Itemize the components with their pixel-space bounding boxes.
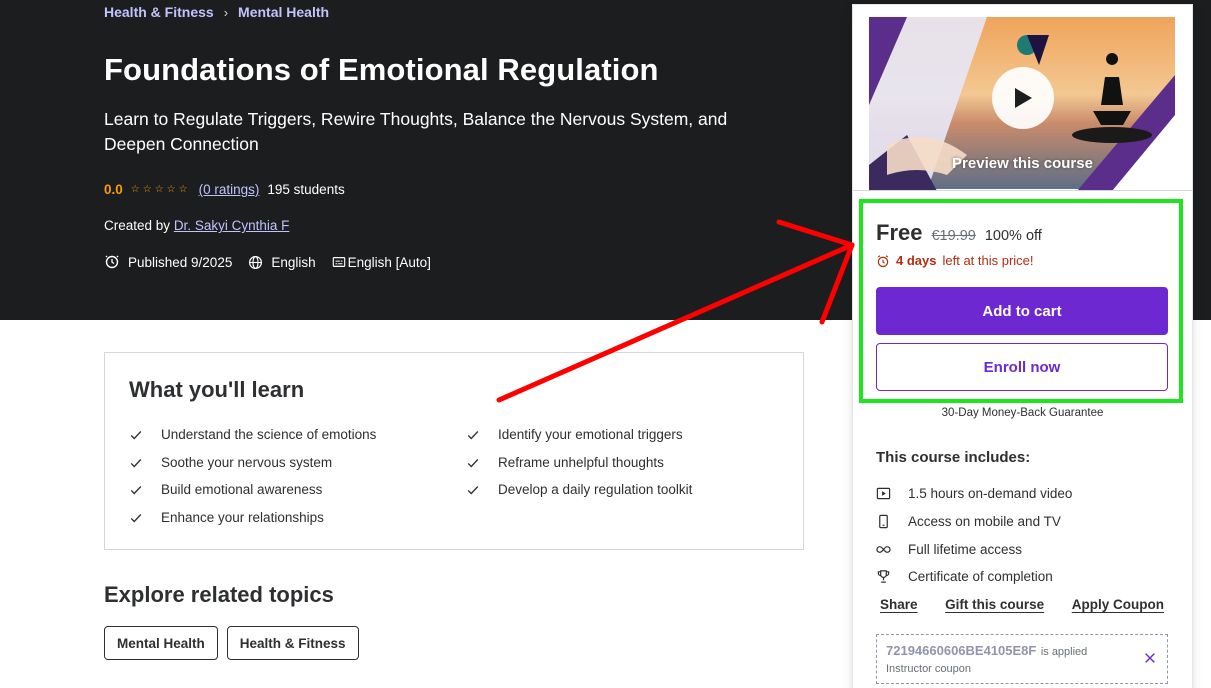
enroll-now-button[interactable]: Enroll now xyxy=(876,343,1168,391)
check-icon xyxy=(467,486,479,495)
list-item: Build emotional awareness xyxy=(129,481,466,499)
price-timer: 4 days left at this price! xyxy=(876,253,1034,268)
list-item: Reframe unhelpful thoughts xyxy=(466,454,789,472)
coupon-code: 72194660606BE4105E8F xyxy=(886,643,1037,658)
coupon-type: Instructor coupon xyxy=(886,663,971,675)
check-icon xyxy=(467,431,479,440)
include-text: Full lifetime access xyxy=(908,541,1023,557)
list-item: Soothe your nervous system xyxy=(129,454,466,472)
star-rating-icon: ☆☆☆☆☆ xyxy=(130,184,191,195)
created-by-label: Created by xyxy=(104,218,171,233)
list-item: Full lifetime access xyxy=(876,535,1072,563)
list-item: Access on mobile and TV xyxy=(876,508,1072,536)
check-icon xyxy=(467,458,479,467)
include-text: Access on mobile and TV xyxy=(908,514,1061,530)
list-item: Understand the science of emotions xyxy=(129,426,466,444)
created-by: Created by Dr. Sakyi Cynthia F xyxy=(104,218,289,233)
sidebar-links: Share Gift this course Apply Coupon xyxy=(876,597,1168,612)
related-topics-heading: Explore related topics xyxy=(104,582,334,607)
preview-label: Preview this course xyxy=(952,155,1093,172)
mobile-icon xyxy=(879,514,888,529)
gift-course-link[interactable]: Gift this course xyxy=(945,597,1044,612)
list-item: 1.5 hours on-demand video xyxy=(876,480,1072,508)
course-captions: English [Auto] xyxy=(347,254,431,270)
close-icon[interactable] xyxy=(1143,651,1157,665)
learn-item-text: Develop a daily regulation toolkit xyxy=(498,482,693,497)
includes-list: 1.5 hours on-demand video Access on mobi… xyxy=(876,480,1072,591)
chevron-right-icon: › xyxy=(223,4,229,20)
students-count: 195 students xyxy=(267,182,345,197)
includes-heading: This course includes: xyxy=(876,449,1031,466)
check-icon xyxy=(130,513,142,522)
topic-mental-health-button[interactable]: Mental Health xyxy=(104,626,218,660)
learn-item-text: Understand the science of emotions xyxy=(161,427,377,442)
play-icon xyxy=(1015,88,1032,108)
topic-health-fitness-button[interactable]: Health & Fitness xyxy=(226,626,359,660)
infinity-icon xyxy=(876,545,891,553)
discount-percent: 100% off xyxy=(984,228,1042,244)
related-topics: Mental Health Health & Fitness xyxy=(104,626,359,660)
learn-list: Understand the science of emotions Ident… xyxy=(129,426,789,526)
captions-icon xyxy=(332,257,345,267)
trophy-icon xyxy=(877,570,890,584)
list-item: Enhance your relationships xyxy=(129,509,466,527)
price-row: Free €19.99 100% off xyxy=(876,220,1042,246)
add-to-cart-button[interactable]: Add to cart xyxy=(876,287,1168,335)
course-preview[interactable]: Preview this course xyxy=(853,5,1192,191)
play-button[interactable] xyxy=(992,67,1054,129)
timer-text: left at this price! xyxy=(942,253,1034,268)
published-date: Published 9/2025 xyxy=(128,254,233,270)
learn-item-text: Enhance your relationships xyxy=(161,509,324,525)
purchase-card: Preview this course Free €19.99 100% off… xyxy=(852,4,1193,688)
globe-icon xyxy=(249,255,263,269)
timer-days: 4 days xyxy=(896,253,937,268)
current-price: Free xyxy=(876,220,923,245)
list-item: Identify your emotional triggers xyxy=(466,426,789,444)
check-icon xyxy=(130,458,142,467)
rating-row: 0.0 ☆☆☆☆☆ (0 ratings) 195 students xyxy=(104,182,345,197)
list-item: Certificate of completion xyxy=(876,563,1072,591)
breadcrumb: Health & Fitness › Mental Health xyxy=(104,4,329,20)
share-link[interactable]: Share xyxy=(880,597,918,612)
learn-heading: What you'll learn xyxy=(129,377,305,402)
ratings-link[interactable]: (0 ratings) xyxy=(199,182,260,197)
applied-coupon: 72194660606BE4105E8F is applied Instruct… xyxy=(876,634,1168,684)
alarm-clock-icon xyxy=(877,254,889,267)
alert-clock-icon xyxy=(105,255,119,269)
learn-item-text: Reframe unhelpful thoughts xyxy=(498,454,664,470)
apply-coupon-link[interactable]: Apply Coupon xyxy=(1072,597,1164,612)
course-meta: Published 9/2025 English English [Auto] xyxy=(104,254,447,270)
rating-score: 0.0 xyxy=(104,182,123,197)
check-icon xyxy=(130,486,142,495)
learn-item-text: Build emotional awareness xyxy=(161,482,323,497)
course-language: English xyxy=(271,254,316,270)
coupon-applied-text: is applied xyxy=(1040,646,1088,658)
course-title: Foundations of Emotional Regulation xyxy=(104,52,659,87)
include-text: Certificate of completion xyxy=(908,569,1053,585)
learn-item-text: Soothe your nervous system xyxy=(161,454,333,470)
include-text: 1.5 hours on-demand video xyxy=(908,486,1073,502)
breadcrumb-health-fitness[interactable]: Health & Fitness xyxy=(104,4,214,20)
video-icon xyxy=(876,488,891,500)
list-item: Develop a daily regulation toolkit xyxy=(466,481,789,499)
course-subtitle: Learn to Regulate Triggers, Rewire Thoug… xyxy=(104,109,728,154)
learn-item-text: Identify your emotional triggers xyxy=(498,427,683,442)
check-icon xyxy=(130,431,142,440)
breadcrumb-mental-health[interactable]: Mental Health xyxy=(238,4,329,20)
author-link[interactable]: Dr. Sakyi Cynthia F xyxy=(174,218,290,233)
money-back-guarantee: 30-Day Money-Back Guarantee xyxy=(941,407,1104,419)
original-price: €19.99 xyxy=(931,228,976,244)
what-youll-learn-panel: What you'll learn Understand the science… xyxy=(104,352,804,550)
